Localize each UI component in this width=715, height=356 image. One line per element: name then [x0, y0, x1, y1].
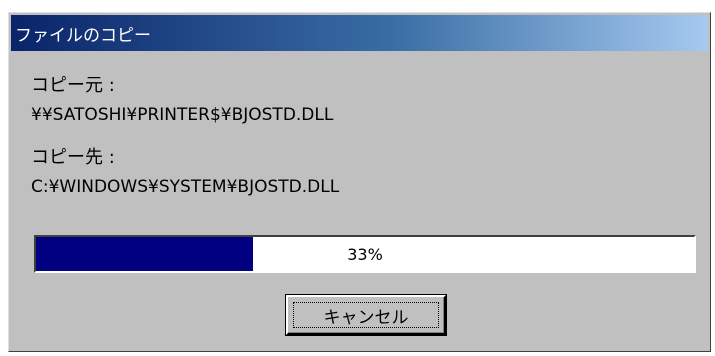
copy-dialog: ファイルのコピー コピー元 : ¥¥SATOSHI¥PRINTER$¥BJOST…	[8, 12, 711, 352]
cancel-button[interactable]: キャンセル	[285, 294, 447, 336]
destination-label: コピー先 :	[31, 147, 115, 168]
source-path: ¥¥SATOSHI¥PRINTER$¥BJOSTD.DLL	[31, 105, 334, 125]
destination-path: C:¥WINDOWS¥SYSTEM¥BJOSTD.DLL	[31, 177, 340, 197]
progress-bar: 33%	[34, 235, 696, 273]
window-title: ファイルのコピー	[15, 25, 151, 46]
source-label: コピー元 :	[31, 75, 115, 96]
title-bar[interactable]: ファイルのコピー	[11, 15, 708, 51]
progress-percent: 33%	[347, 244, 383, 264]
cancel-button-label: キャンセル	[323, 307, 409, 328]
